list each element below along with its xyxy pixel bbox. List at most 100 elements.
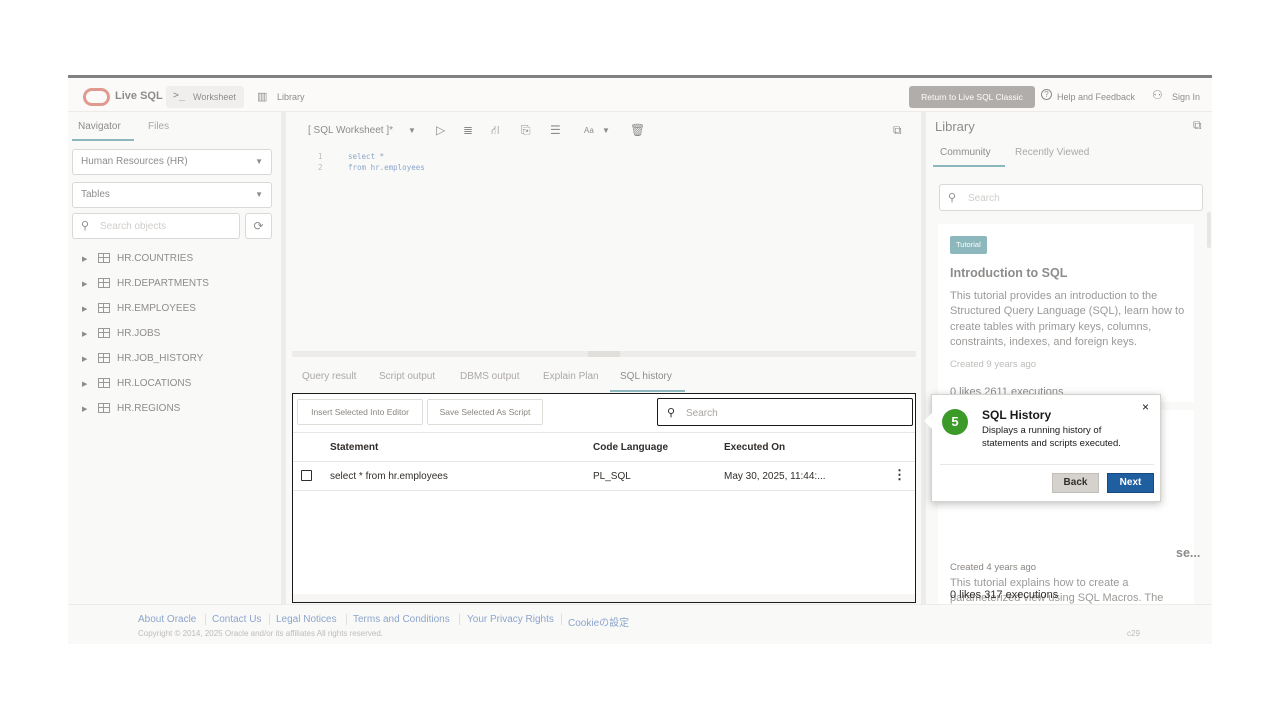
footer-separator (561, 614, 562, 625)
tab-recently-viewed[interactable]: Recently Viewed (1015, 147, 1089, 158)
expand-triangle-icon[interactable]: ▶ (82, 255, 87, 263)
run-icon[interactable]: ▷ (436, 123, 445, 137)
help-feedback-link[interactable]: Help and Feedback (1057, 92, 1135, 102)
return-to-classic-button[interactable]: Return to Live SQL Classic (909, 86, 1035, 108)
tab-sql-history[interactable]: SQL history (620, 371, 672, 382)
popover-arrow (924, 413, 932, 429)
tab-community[interactable]: Community (940, 147, 991, 158)
library-search-input[interactable]: ⚲ Search (939, 184, 1203, 211)
search-objects-input[interactable]: ⚲ Search objects (72, 213, 240, 239)
row-executed-on: May 30, 2025, 11:44:... (724, 471, 826, 482)
tab-query-result[interactable]: Query result (302, 371, 356, 382)
tab-dbms-output[interactable]: DBMS output (460, 371, 519, 382)
external-link-icon[interactable]: ⧉ (1193, 118, 1202, 133)
chevron-down-icon[interactable]: ▼ (602, 126, 610, 135)
user-icon[interactable]: ⚇ (1152, 88, 1163, 102)
table-row[interactable]: select * from hr.employees PL_SQL May 30… (293, 462, 915, 491)
search-objects-placeholder: Search objects (100, 221, 167, 232)
table-icon (98, 403, 110, 413)
explain-plan-icon[interactable]: ⛙ (491, 123, 499, 139)
active-tab-indicator (610, 390, 685, 392)
horizontal-scrollbar[interactable] (293, 594, 915, 602)
left-splitter[interactable] (281, 112, 286, 604)
footer-link-privacy[interactable]: Your Privacy Rights (467, 614, 554, 625)
sign-in-link[interactable]: Sign In (1172, 92, 1200, 102)
new-file-icon[interactable]: ⎘ (521, 123, 531, 138)
table-name: HR.REGIONS (117, 403, 181, 414)
chevron-down-icon[interactable]: ▼ (408, 126, 416, 135)
tab-navigator[interactable]: Navigator (78, 121, 121, 132)
chevron-down-icon: ▼ (255, 157, 263, 166)
card-title[interactable]: Introduction to SQL (950, 266, 1067, 280)
table-name: HR.JOB_HISTORY (117, 353, 204, 364)
worksheet-nav-label[interactable]: Worksheet (193, 92, 236, 102)
object-type-select[interactable]: Tables ▼ (72, 182, 272, 208)
expand-triangle-icon[interactable]: ▶ (82, 355, 87, 363)
table-icon (98, 328, 110, 338)
splitter-grip[interactable] (588, 351, 620, 357)
column-executed-on[interactable]: Executed On (724, 442, 785, 453)
tour-next-button[interactable]: Next (1107, 473, 1154, 493)
column-statement[interactable]: Statement (330, 442, 378, 453)
popover-divider (940, 464, 1154, 465)
oracle-logo-icon[interactable] (83, 88, 110, 106)
insert-into-editor-button[interactable]: Insert Selected Into Editor (297, 399, 423, 425)
footer-link-cookies[interactable]: Cookieの設定 (568, 614, 629, 629)
worksheet-title[interactable]: [ SQL Worksheet ]* (308, 125, 393, 136)
footer: About Oracle Contact Us Legal Notices Te… (68, 604, 1212, 644)
tab-files[interactable]: Files (148, 121, 169, 132)
refresh-icon: ⟳ (253, 219, 264, 233)
font-size-icon[interactable]: Aa (584, 126, 594, 135)
editor-toolbar: [ SQL Worksheet ]* ▼ ▷ ≣ ⛙ ⎘ ☰ Aa ▼ 🗑 ⧉ (292, 112, 924, 150)
save-as-script-button[interactable]: Save Selected As Script (427, 399, 543, 425)
column-code-language[interactable]: Code Language (593, 442, 668, 453)
tab-script-output[interactable]: Script output (379, 371, 435, 382)
tour-popover: 5 SQL History Displays a running history… (924, 394, 1161, 502)
run-script-icon[interactable]: ≣ (463, 123, 473, 137)
row-checkbox[interactable] (301, 470, 312, 481)
table-icon (98, 303, 110, 313)
table-name: HR.EMPLOYEES (117, 303, 196, 314)
card-stats: 0 likes 317 executions (950, 589, 1059, 601)
expand-triangle-icon[interactable]: ▶ (82, 405, 87, 413)
footer-separator (205, 614, 206, 625)
expand-triangle-icon[interactable]: ▶ (82, 330, 87, 338)
code-line[interactable]: from hr.employees (348, 163, 425, 172)
table-name: HR.COUNTRIES (117, 253, 194, 264)
format-icon[interactable]: ☰ (550, 123, 561, 137)
footer-separator (269, 614, 270, 625)
refresh-button[interactable]: ⟳ (245, 213, 272, 239)
library-nav-link[interactable]: Library (277, 92, 305, 102)
row-code-language: PL_SQL (593, 471, 631, 482)
sql-editor[interactable]: 1 select * 2 from hr.employees (292, 150, 916, 350)
right-splitter[interactable] (921, 112, 926, 604)
close-icon[interactable]: × (1142, 400, 1149, 414)
footer-link-terms[interactable]: Terms and Conditions (353, 614, 450, 625)
footer-link-contact[interactable]: Contact Us (212, 614, 261, 625)
footer-link-about[interactable]: About Oracle (138, 614, 196, 625)
expand-triangle-icon[interactable]: ▶ (82, 305, 87, 313)
table-icon (98, 278, 110, 288)
brand-name[interactable]: Live SQL (115, 90, 163, 102)
expand-triangle-icon[interactable]: ▶ (82, 280, 87, 288)
tour-back-button[interactable]: Back (1052, 473, 1099, 493)
trash-icon[interactable]: 🗑 (630, 123, 645, 137)
tab-explain-plan[interactable]: Explain Plan (543, 371, 599, 382)
library-panel: Library ⧉ Community Recently Viewed ⚲ Se… (930, 112, 1212, 635)
card-created: Created 4 years ago (950, 562, 1037, 573)
library-card-intro-sql[interactable]: Tutorial Introduction to SQL This tutori… (938, 224, 1194, 402)
code-line[interactable]: select * (348, 152, 384, 161)
schema-select[interactable]: Human Resources (HR) ▼ (72, 149, 272, 175)
card-created: Created 9 years ago (950, 359, 1037, 370)
history-search-input[interactable]: ⚲ Search (657, 398, 913, 426)
vertical-scrollbar[interactable] (1207, 212, 1211, 248)
terminal-icon: >_ (173, 90, 186, 101)
card-title[interactable]: se... (1176, 546, 1200, 560)
sql-history-panel: Insert Selected Into Editor Save Selecte… (292, 393, 916, 603)
expand-triangle-icon[interactable]: ▶ (82, 380, 87, 388)
find-replace-icon[interactable]: ⧉ (893, 123, 902, 138)
help-icon[interactable]: ? (1041, 89, 1052, 100)
editor-results-splitter[interactable] (292, 351, 916, 357)
footer-link-legal[interactable]: Legal Notices (276, 614, 337, 625)
more-options-icon[interactable]: ⋮ (893, 467, 906, 483)
